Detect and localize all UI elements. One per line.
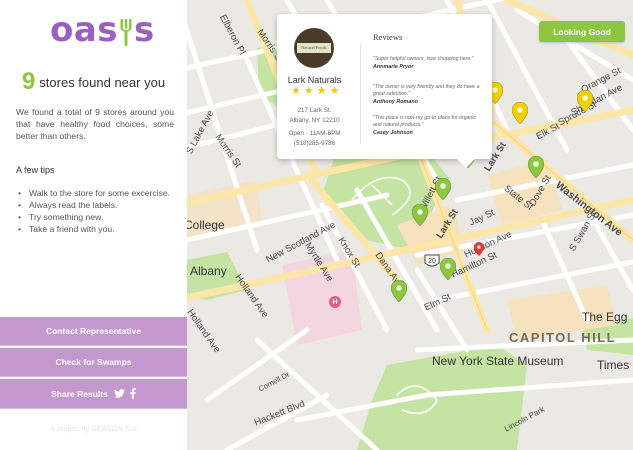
- store-hours: Open · 11AM-8PM: [288, 130, 341, 137]
- contact-representative-button[interactable]: Contact Representative: [0, 317, 187, 346]
- review-author: Anthony Romano: [373, 99, 418, 105]
- stores-found-text: stores found near you: [39, 75, 166, 90]
- map-pin-user[interactable]: [474, 242, 484, 256]
- review-quote: "This place is now my go-to place for or…: [373, 115, 477, 128]
- tip-item: Walk to the store for some excercise.: [18, 187, 170, 199]
- store-phone[interactable]: (518)285-9786: [277, 139, 352, 149]
- route-20-shield: 20: [424, 254, 440, 267]
- review-quote: "Super helpful owners, love shopping her…: [373, 56, 474, 62]
- map-label-albany: f Albany: [187, 264, 227, 278]
- twitter-icon[interactable]: [113, 389, 125, 398]
- review-author: Casey Johnson: [373, 130, 413, 136]
- tip-item: Take a friend with you.: [18, 223, 170, 235]
- reviews-title: Reviews: [373, 32, 403, 42]
- map-pin-store-5[interactable]: [440, 258, 456, 280]
- review-item: "Super helpful owners, love shopping her…: [373, 56, 485, 70]
- star-icon: ★: [303, 85, 314, 97]
- tip-item: Try something new.: [18, 211, 170, 223]
- store-popup: Natural Foods Lark Naturals ★ ★ ★ ★ 217 …: [277, 14, 492, 168]
- popup-pointer: [457, 159, 475, 168]
- store-name[interactable]: Lark Naturals: [277, 75, 352, 85]
- share-results-button[interactable]: Share Results: [0, 379, 187, 409]
- map-pin-store-2[interactable]: [528, 156, 544, 178]
- logo-text: oas: [50, 10, 119, 50]
- popup-divider: [360, 44, 361, 144]
- map-label-college: College: [187, 218, 225, 232]
- review-author: Annmarie Pryor: [373, 64, 414, 70]
- review-quote: "The owner is very friendly and they do …: [373, 84, 480, 97]
- facebook-icon[interactable]: [130, 388, 136, 399]
- store-address-line1: 217 Lark St.: [297, 107, 332, 114]
- stores-found-heading: 9 stores found near you: [0, 68, 187, 96]
- sidebar: oas s 9 stores found near you We found a …: [0, 0, 187, 450]
- map-label-the-egg: The Egg: [582, 310, 628, 324]
- stores-count: 9: [21, 68, 36, 95]
- map-pin-store-6[interactable]: [391, 280, 407, 302]
- check-for-swamps-button[interactable]: Check for Swamps: [0, 348, 187, 377]
- store-address-line2: Albany, NY 12210: [289, 117, 340, 124]
- store-rating: ★ ★ ★ ★: [291, 86, 340, 97]
- store-info: 217 Lark St. Albany, NY 12210 Open · 11A…: [277, 106, 352, 149]
- hospital-icon[interactable]: H: [329, 296, 341, 308]
- tips-list: Walk to the store for some excercise. Al…: [18, 187, 170, 235]
- review-item: "The owner is very friendly and they do …: [373, 84, 485, 105]
- map-pin-store-3[interactable]: [435, 178, 451, 200]
- star-icon: ★: [291, 85, 301, 97]
- map-label-capitol-hill: CAPITOL HILL: [509, 330, 617, 345]
- project-credit: A project by SEASON SIX: [50, 424, 137, 433]
- map-pin-top-2[interactable]: [512, 102, 528, 124]
- store-sign: Natural Foods: [297, 43, 331, 53]
- logo-tail: s: [134, 10, 155, 50]
- tip-item: Always read the labels.: [18, 199, 170, 211]
- tips-title: A few tips: [16, 165, 55, 175]
- intro-text: We found a total of 9 stores around you …: [16, 107, 174, 141]
- route-number: 20: [428, 258, 436, 265]
- store-photo: Natural Foods: [294, 28, 334, 68]
- star-icon: ★: [329, 85, 340, 97]
- review-item: "This place is now my go-to place for or…: [373, 115, 485, 136]
- oasis-logo[interactable]: oas s: [50, 10, 154, 50]
- map-pin-store-4[interactable]: [412, 204, 428, 226]
- map-label-museum: New York State Museum: [432, 354, 564, 368]
- star-icon: ★: [316, 85, 327, 97]
- share-results-label: Share Results: [51, 388, 108, 399]
- map-label-times-union: Times Unio: [597, 358, 633, 372]
- map-pin-top-3[interactable]: [577, 90, 593, 112]
- fork-icon: [120, 19, 132, 46]
- looking-good-button[interactable]: Looking Good: [539, 21, 625, 42]
